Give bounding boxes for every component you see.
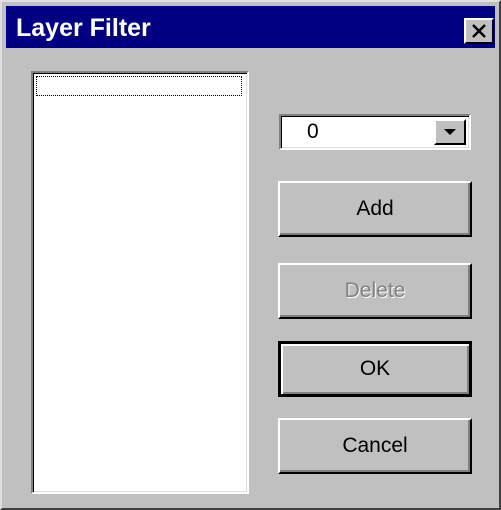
chevron-down-icon (444, 129, 456, 135)
layer-dropdown[interactable]: 0 (279, 114, 471, 150)
delete-button[interactable]: Delete (278, 263, 472, 319)
ok-button[interactable]: OK (278, 341, 472, 397)
layer-dropdown-value: 0 (307, 120, 319, 143)
close-button[interactable] (464, 18, 494, 44)
window-title: Layer Filter (16, 14, 151, 42)
layer-listbox[interactable] (31, 71, 249, 494)
close-icon (472, 24, 486, 38)
title-bar[interactable]: Layer Filter (6, 6, 495, 48)
list-focus-rectangle (36, 76, 242, 96)
add-button[interactable]: Add (278, 181, 472, 237)
layer-filter-dialog: Layer Filter 0 Add Delete OK Cancel (0, 0, 501, 510)
dropdown-arrow-button[interactable] (434, 119, 466, 145)
cancel-button[interactable]: Cancel (278, 418, 472, 474)
